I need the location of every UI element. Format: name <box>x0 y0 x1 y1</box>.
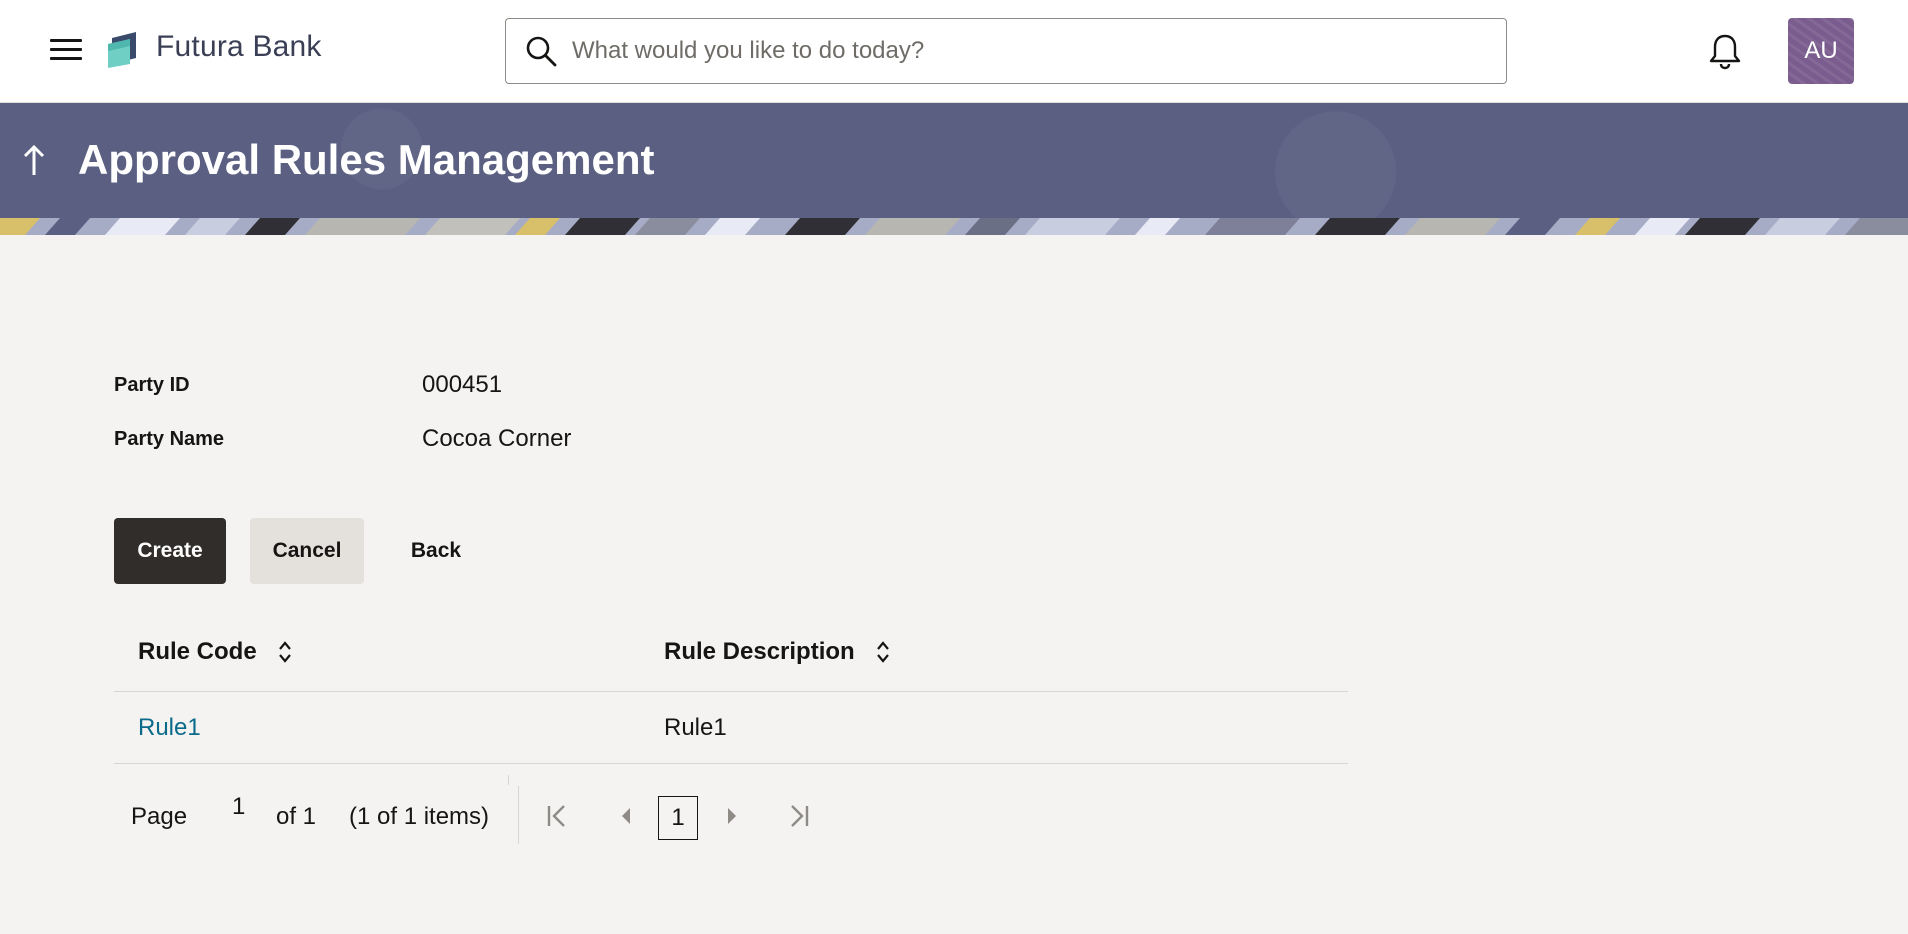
pagination-divider <box>518 786 519 844</box>
brand-name[interactable]: Futura Bank <box>156 30 322 64</box>
next-page-icon[interactable] <box>718 800 746 832</box>
current-page-number: 1 <box>671 804 685 831</box>
column-header-rule-code[interactable]: Rule Code <box>138 638 293 666</box>
back-arrow-icon[interactable] <box>20 143 48 179</box>
cancel-button[interactable]: Cancel <box>250 518 364 584</box>
search-box[interactable] <box>505 18 1507 84</box>
party-name-label: Party Name <box>114 428 225 450</box>
bell-icon[interactable] <box>1708 32 1742 70</box>
hamburger-menu-icon[interactable] <box>50 36 82 62</box>
column-header-label: Rule Code <box>138 638 257 665</box>
last-page-icon[interactable] <box>784 800 812 832</box>
column-header-label: Rule Description <box>664 638 855 665</box>
user-avatar[interactable]: AU <box>1788 18 1854 84</box>
rule-description-cell: Rule1 <box>664 714 727 741</box>
table-divider <box>114 763 1348 764</box>
rule-code-link[interactable]: Rule1 <box>138 714 201 742</box>
sort-icon[interactable] <box>277 639 293 665</box>
create-button[interactable]: Create <box>114 518 226 584</box>
column-header-rule-description[interactable]: Rule Description <box>664 638 891 666</box>
pagination-items-label: (1 of 1 items) <box>349 803 490 830</box>
back-button[interactable]: Back <box>394 518 478 584</box>
current-page-button[interactable]: 1 <box>658 796 698 840</box>
avatar-initials: AU <box>1804 37 1838 64</box>
first-page-icon[interactable] <box>544 800 572 832</box>
pagination-divider <box>508 775 509 785</box>
prev-page-icon[interactable] <box>612 800 640 832</box>
pagination-page-label: Page <box>131 803 188 830</box>
sort-icon[interactable] <box>875 639 891 665</box>
top-bar: Futura Bank AU <box>0 0 1908 103</box>
page-title: Approval Rules Management <box>78 136 655 183</box>
search-icon[interactable] <box>524 34 558 68</box>
search-input[interactable] <box>572 29 1472 73</box>
table-divider <box>114 691 1348 692</box>
party-id-value: 000451 <box>422 371 503 398</box>
pagination-page-input[interactable]: 1 <box>232 793 245 821</box>
party-name-value: Cocoa Corner <box>422 425 572 452</box>
decorative-pattern-stripe <box>0 218 1908 235</box>
pagination-of-label: of 1 <box>276 803 317 830</box>
party-id-label: Party ID <box>114 374 190 396</box>
futura-bank-logo[interactable] <box>106 30 144 68</box>
